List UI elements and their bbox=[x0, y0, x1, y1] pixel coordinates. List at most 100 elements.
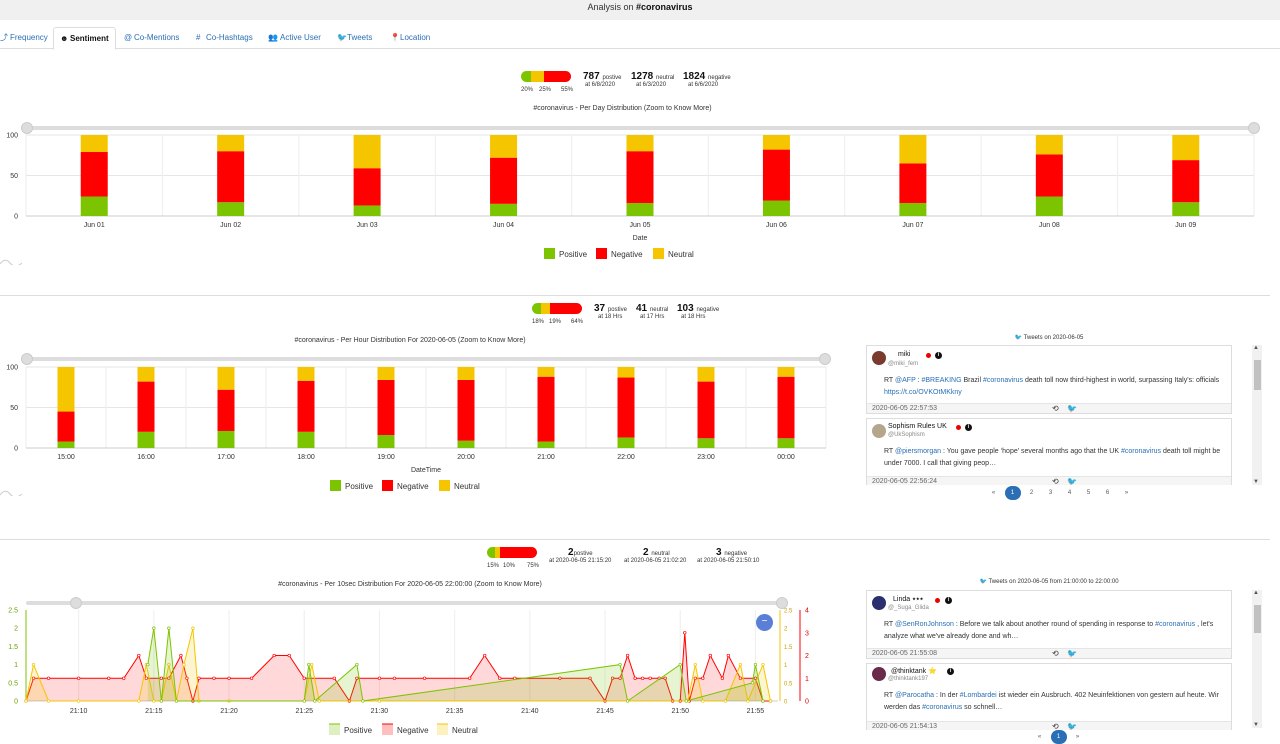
tweet-link[interactable]: @Parocatha bbox=[895, 692, 934, 699]
legend-label-negative: Negative bbox=[397, 482, 429, 491]
tab-location[interactable]: 📍Location bbox=[384, 27, 436, 49]
y-tick-label: 50 bbox=[10, 173, 18, 180]
page-6-button[interactable]: 6 bbox=[1100, 486, 1116, 500]
tweet-card[interactable]: Sophism Rules UK i @UkSophism RT @piersm… bbox=[866, 418, 1232, 485]
point-positive bbox=[750, 681, 755, 685]
tab-co-mentions[interactable]: @ Co-Mentions bbox=[118, 27, 185, 49]
tab-active-user[interactable]: 👥 Active User bbox=[262, 27, 327, 49]
tweet-text-span: : In der bbox=[934, 692, 960, 699]
chart-title-day: #coronavirus - Per Day Distribution (Zoo… bbox=[533, 105, 712, 112]
twitter-icon: 🐦 bbox=[1014, 335, 1024, 341]
tweet-link[interactable]: #coronavirus bbox=[1155, 621, 1195, 628]
tweet-link[interactable]: #coronavirus bbox=[922, 704, 962, 711]
point-positive bbox=[684, 699, 688, 703]
tweet-link[interactable]: #coronavirus bbox=[983, 377, 1023, 384]
twitter-icon[interactable]: 🐦 bbox=[1067, 649, 1077, 658]
tweet-link[interactable]: #BREAKING bbox=[921, 377, 961, 384]
pin-icon: 📍 bbox=[390, 33, 400, 42]
point-negative bbox=[422, 676, 427, 680]
bar-neutral bbox=[1172, 135, 1200, 161]
scroll-thumb[interactable] bbox=[1254, 605, 1261, 633]
point-negative bbox=[76, 676, 81, 680]
tab-co-hashtags[interactable]: # Co-Hashtags bbox=[190, 27, 259, 49]
x-tick-label: Jun 01 bbox=[84, 222, 105, 229]
point-positive bbox=[361, 699, 365, 703]
page-1-button[interactable]: 1 bbox=[1004, 486, 1021, 500]
retweet-icon[interactable]: ⟲ bbox=[1052, 649, 1059, 658]
tab-label: Frequency bbox=[10, 33, 48, 42]
scroll-up-icon[interactable]: ▲ bbox=[1253, 345, 1259, 351]
scroll-down-icon[interactable]: ▼ bbox=[1253, 479, 1259, 485]
y-tick-label-right-neutral: 0.5 bbox=[784, 681, 793, 687]
positive-pct: 18% bbox=[532, 319, 545, 325]
users-icon: 👥 bbox=[268, 33, 278, 42]
retweet-icon[interactable]: ⟲ bbox=[1052, 722, 1059, 730]
page-next-button[interactable]: » bbox=[1070, 730, 1086, 744]
retweet-icon[interactable]: ⟲ bbox=[1052, 477, 1059, 485]
x-tick-label: 21:40 bbox=[521, 708, 539, 715]
tweet-link[interactable]: https://t.co/OVKOtMKkny bbox=[884, 389, 962, 396]
point-positive bbox=[753, 662, 758, 667]
tab-label: Co-Mentions bbox=[134, 33, 180, 42]
twitter-icon[interactable]: 🐦 bbox=[1067, 722, 1077, 730]
x-tick-label: 21:10 bbox=[70, 708, 88, 715]
zoom-out-button[interactable]: − bbox=[756, 614, 773, 631]
scroll-thumb[interactable] bbox=[1254, 360, 1261, 390]
tab-label: Sentiment bbox=[70, 34, 109, 43]
tab-sentiment[interactable]: ☻ Sentiment bbox=[53, 27, 116, 50]
tweet-link[interactable]: #Lombardei bbox=[960, 692, 997, 699]
tab-label: Tweets bbox=[347, 33, 373, 42]
info-icon[interactable]: i bbox=[965, 424, 972, 431]
retweet-icon[interactable]: ⟲ bbox=[1052, 404, 1059, 413]
bar-negative bbox=[1172, 160, 1200, 203]
page-4-button[interactable]: 4 bbox=[1062, 486, 1078, 500]
point-negative bbox=[483, 653, 487, 658]
bar-neutral bbox=[217, 135, 245, 152]
tweet-card[interactable]: miki i @miki_fem RT @AFP : #BREAKING Bra… bbox=[866, 345, 1232, 414]
negative-peak-time: at 18 Hrs bbox=[681, 314, 706, 320]
page-2-button[interactable]: 2 bbox=[1024, 486, 1040, 500]
scroll-down-icon[interactable]: ▼ bbox=[1253, 722, 1259, 728]
page-5-button[interactable]: 5 bbox=[1081, 486, 1097, 500]
scroll-up-icon[interactable]: ▲ bbox=[1253, 590, 1259, 596]
tweet-text: RT @AFP : #BREAKING Brazil #coronavirus … bbox=[884, 375, 1224, 399]
legend-swatch-negative bbox=[382, 724, 393, 735]
tweet-link[interactable]: #coronavirus bbox=[1121, 448, 1161, 455]
info-icon[interactable]: i bbox=[945, 597, 952, 604]
tweet-link[interactable]: @AFP bbox=[895, 377, 916, 384]
bar-neutral bbox=[297, 367, 315, 381]
x-tick-label: 21:50 bbox=[671, 708, 689, 715]
x-tick-label: 21:45 bbox=[596, 708, 614, 715]
tweets-scrollbar[interactable]: ▲ ▼ bbox=[1252, 345, 1262, 485]
twitter-icon[interactable]: 🐦 bbox=[1067, 477, 1077, 485]
page-3-button[interactable]: 3 bbox=[1043, 486, 1059, 500]
legend-swatch-positive bbox=[329, 724, 340, 735]
twitter-icon[interactable]: 🐦 bbox=[1067, 404, 1077, 413]
page-1-button[interactable]: 1 bbox=[1050, 730, 1067, 744]
title-prefix: Analysis on bbox=[587, 2, 636, 12]
point-positive bbox=[355, 662, 359, 667]
bar-negative bbox=[217, 389, 235, 431]
point-positive bbox=[146, 662, 150, 667]
info-icon[interactable]: i bbox=[935, 352, 942, 359]
positive-peak-time: at 2020-06-05 21:15:20 bbox=[549, 558, 612, 564]
tweet-card[interactable]: @thinktank ⭐ i @thinktank197 RT @Parocat… bbox=[866, 663, 1232, 730]
positive-pct: 20% bbox=[521, 87, 534, 93]
bar-positive bbox=[353, 205, 381, 216]
page-prev-button[interactable]: « bbox=[1032, 730, 1048, 744]
page-next-button[interactable]: » bbox=[1119, 486, 1135, 500]
bar-negative bbox=[777, 376, 795, 439]
bar-positive bbox=[762, 200, 790, 216]
page-prev-button[interactable]: « bbox=[986, 486, 1002, 500]
tweet-link[interactable]: @piersmorgan bbox=[895, 448, 941, 455]
tweet-user-handle: @miki_fem bbox=[888, 361, 919, 367]
point-negative bbox=[197, 676, 201, 680]
tweet-text-span: death toll now third-highest in world, s… bbox=[1023, 377, 1220, 384]
at-icon: @ bbox=[124, 33, 133, 42]
tweet-card[interactable]: Linda ⭑⭑⭑ i @_Suga_Glida RT @SenRonJohns… bbox=[866, 590, 1232, 659]
tweet-link[interactable]: @SenRonJohnson bbox=[895, 621, 954, 628]
tab-tweets[interactable]: 🐦Tweets bbox=[331, 27, 378, 49]
tab-frequency[interactable]: ⤴ Frequency bbox=[0, 27, 54, 49]
info-icon[interactable]: i bbox=[947, 668, 954, 675]
tweets-scrollbar[interactable]: ▲ ▼ bbox=[1252, 590, 1262, 728]
